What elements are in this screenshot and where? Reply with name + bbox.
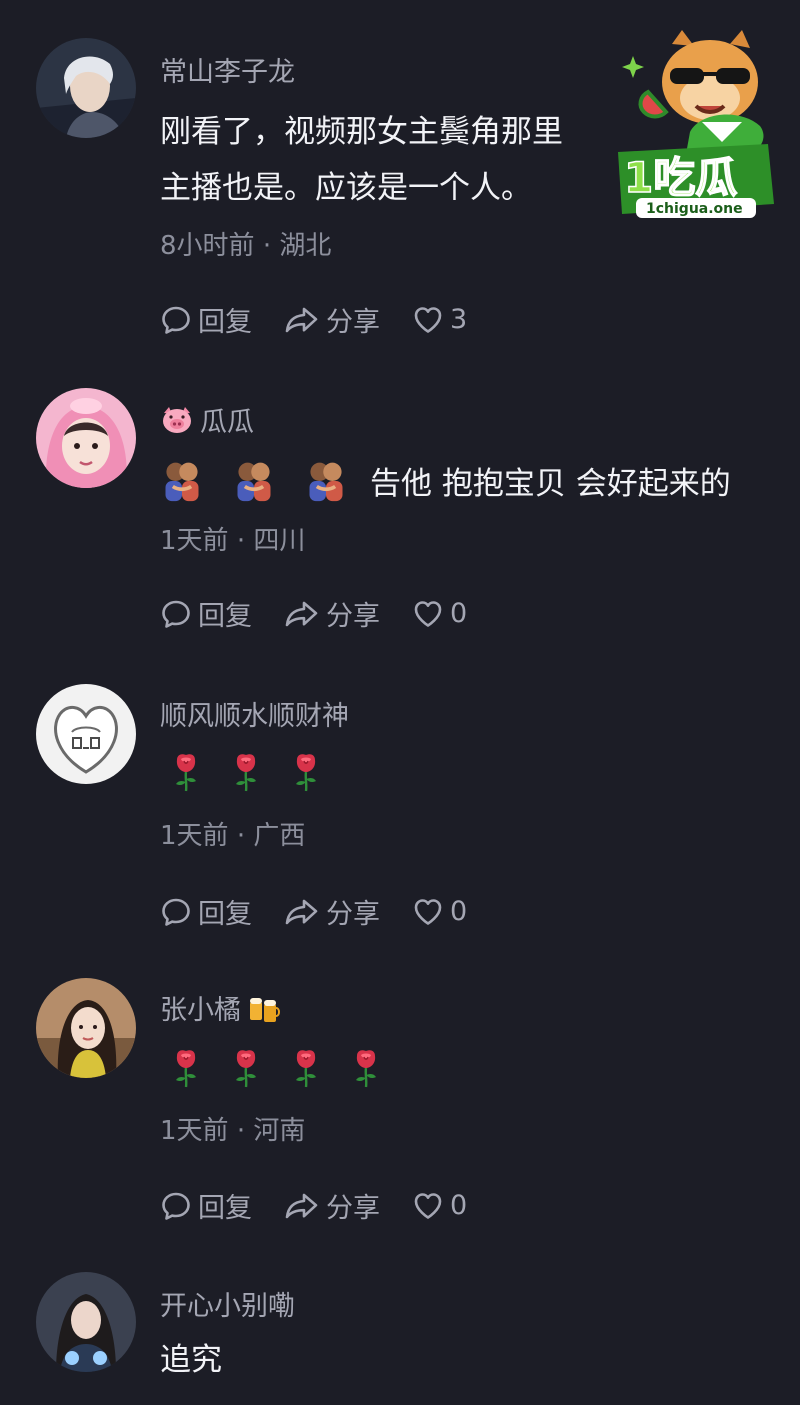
- share-label: 分享: [326, 601, 380, 632]
- rose-emoji: [290, 1048, 322, 1088]
- comment-actions: 回复 分享 0: [160, 1186, 467, 1225]
- username[interactable]: 开心小别嘞: [160, 1284, 295, 1323]
- reply-button[interactable]: 回复: [160, 1186, 252, 1225]
- comment-item-2: 瓜瓜 告他 抱抱宝贝 会好起来的 1天前 · 四川 回复 分享 0: [0, 372, 800, 668]
- comment-text-line: 刚看了，视频那女主鬓角那里: [160, 114, 563, 150]
- comment-meta: 1天前 · 广西: [160, 815, 305, 852]
- reply-label: 回复: [198, 601, 252, 632]
- rose-emoji: [350, 1048, 382, 1088]
- comment-item-3: 顺风顺水顺财神 1天前 · 广西 回复 分享 0: [0, 668, 800, 964]
- beer-mugs-emoji: [250, 997, 280, 1022]
- username-text: 顺风顺水顺财神: [160, 701, 349, 732]
- comment-actions: 回复 分享 0: [160, 594, 467, 633]
- share-label: 分享: [326, 1193, 380, 1224]
- username-text: 开心小别嘞: [160, 1291, 295, 1322]
- comment-meta: 8小时前 · 湖北: [160, 225, 331, 262]
- watermark-brand: 1吃瓜: [624, 153, 737, 202]
- comment-text: 追究: [160, 1332, 222, 1388]
- avatar[interactable]: [36, 1272, 136, 1372]
- comment-bubble-icon: [160, 598, 192, 630]
- comment-actions: 回复 分享 0: [160, 892, 467, 931]
- rose-emoji: [230, 1048, 262, 1088]
- rose-emoji: [230, 752, 262, 792]
- share-arrow-icon: [284, 896, 320, 928]
- comment-bubble-icon: [160, 896, 192, 928]
- comment-text: [170, 752, 322, 792]
- comment-text: 刚看了，视频那女主鬓角那里 主播也是。应该是一个人。: [160, 104, 563, 216]
- comment-bubble-icon: [160, 304, 192, 336]
- reply-button[interactable]: 回复: [160, 300, 252, 339]
- heart-outline-icon: [412, 598, 444, 630]
- location: 河南: [253, 1116, 306, 1146]
- timestamp: 1天前: [160, 526, 229, 556]
- comment-actions: 回复 分享 3: [160, 300, 467, 339]
- timestamp: 1天前: [160, 821, 229, 851]
- comment-text-content: 告他 抱抱宝贝 会好起来的: [370, 466, 731, 502]
- meta-separator: ·: [236, 526, 246, 556]
- share-button[interactable]: 分享: [284, 892, 380, 931]
- comment-text: 告他 抱抱宝贝 会好起来的: [160, 458, 731, 503]
- heart-outline-icon: [412, 1190, 444, 1222]
- heart-outline-icon: [412, 896, 444, 928]
- username[interactable]: 瓜瓜: [160, 400, 254, 439]
- share-button[interactable]: 分享: [284, 300, 380, 339]
- watermark-url: 1chigua.one: [646, 201, 743, 217]
- avatar[interactable]: [36, 38, 136, 138]
- watermark-logo: 1吃瓜 1chigua.one: [612, 22, 780, 222]
- reply-label: 回复: [198, 1193, 252, 1224]
- like-count: 0: [450, 1190, 468, 1221]
- username-text: 常山李子龙: [160, 57, 295, 88]
- like-count: 3: [450, 304, 468, 335]
- comment-text-line: 主播也是。应该是一个人。: [160, 170, 532, 206]
- timestamp: 8小时前: [160, 231, 255, 261]
- reply-button[interactable]: 回复: [160, 594, 252, 633]
- comment-item-5: 开心小别嘞 追究: [0, 1260, 800, 1405]
- hug-emoji: [304, 459, 348, 503]
- meta-separator: ·: [236, 1116, 246, 1146]
- comment-text: [170, 1048, 382, 1088]
- share-label: 分享: [326, 307, 380, 338]
- hug-emoji: [232, 459, 276, 503]
- comment-item-4: 张小橘 1天前 · 河南 回复 分享 0: [0, 964, 800, 1260]
- share-arrow-icon: [284, 598, 320, 630]
- meta-separator: ·: [262, 231, 272, 261]
- username[interactable]: 张小橘: [160, 988, 281, 1027]
- like-button[interactable]: 0: [412, 896, 467, 928]
- avatar[interactable]: [36, 978, 136, 1078]
- reply-label: 回复: [198, 899, 252, 930]
- share-label: 分享: [326, 899, 380, 930]
- rose-emoji: [170, 752, 202, 792]
- share-button[interactable]: 分享: [284, 594, 380, 633]
- share-arrow-icon: [284, 1190, 320, 1222]
- share-button[interactable]: 分享: [284, 1186, 380, 1225]
- meta-separator: ·: [236, 821, 246, 851]
- reply-label: 回复: [198, 307, 252, 338]
- like-button[interactable]: 0: [412, 1190, 467, 1222]
- avatar[interactable]: [36, 684, 136, 784]
- hug-emoji: [160, 459, 204, 503]
- comment-meta: 1天前 · 河南: [160, 1110, 305, 1147]
- heart-outline-icon: [412, 304, 444, 336]
- share-arrow-icon: [284, 304, 320, 336]
- rose-emoji: [290, 752, 322, 792]
- pig-face-emoji: [163, 406, 191, 433]
- comment-bubble-icon: [160, 1190, 192, 1222]
- username-text: 张小橘: [160, 995, 241, 1026]
- username-text: 瓜瓜: [200, 407, 254, 438]
- comment-text-line: 追究: [160, 1342, 222, 1378]
- location: 广西: [253, 821, 306, 851]
- rose-emoji: [170, 1048, 202, 1088]
- like-button[interactable]: 0: [412, 598, 467, 630]
- comment-meta: 1天前 · 四川: [160, 520, 305, 557]
- username[interactable]: 常山李子龙: [160, 50, 295, 89]
- like-count: 0: [450, 896, 468, 927]
- like-button[interactable]: 3: [412, 304, 467, 336]
- username[interactable]: 顺风顺水顺财神: [160, 694, 349, 733]
- location: 湖北: [279, 231, 332, 261]
- timestamp: 1天前: [160, 1116, 229, 1146]
- like-count: 0: [450, 598, 468, 629]
- reply-button[interactable]: 回复: [160, 892, 252, 931]
- location: 四川: [253, 526, 306, 556]
- avatar[interactable]: [36, 388, 136, 488]
